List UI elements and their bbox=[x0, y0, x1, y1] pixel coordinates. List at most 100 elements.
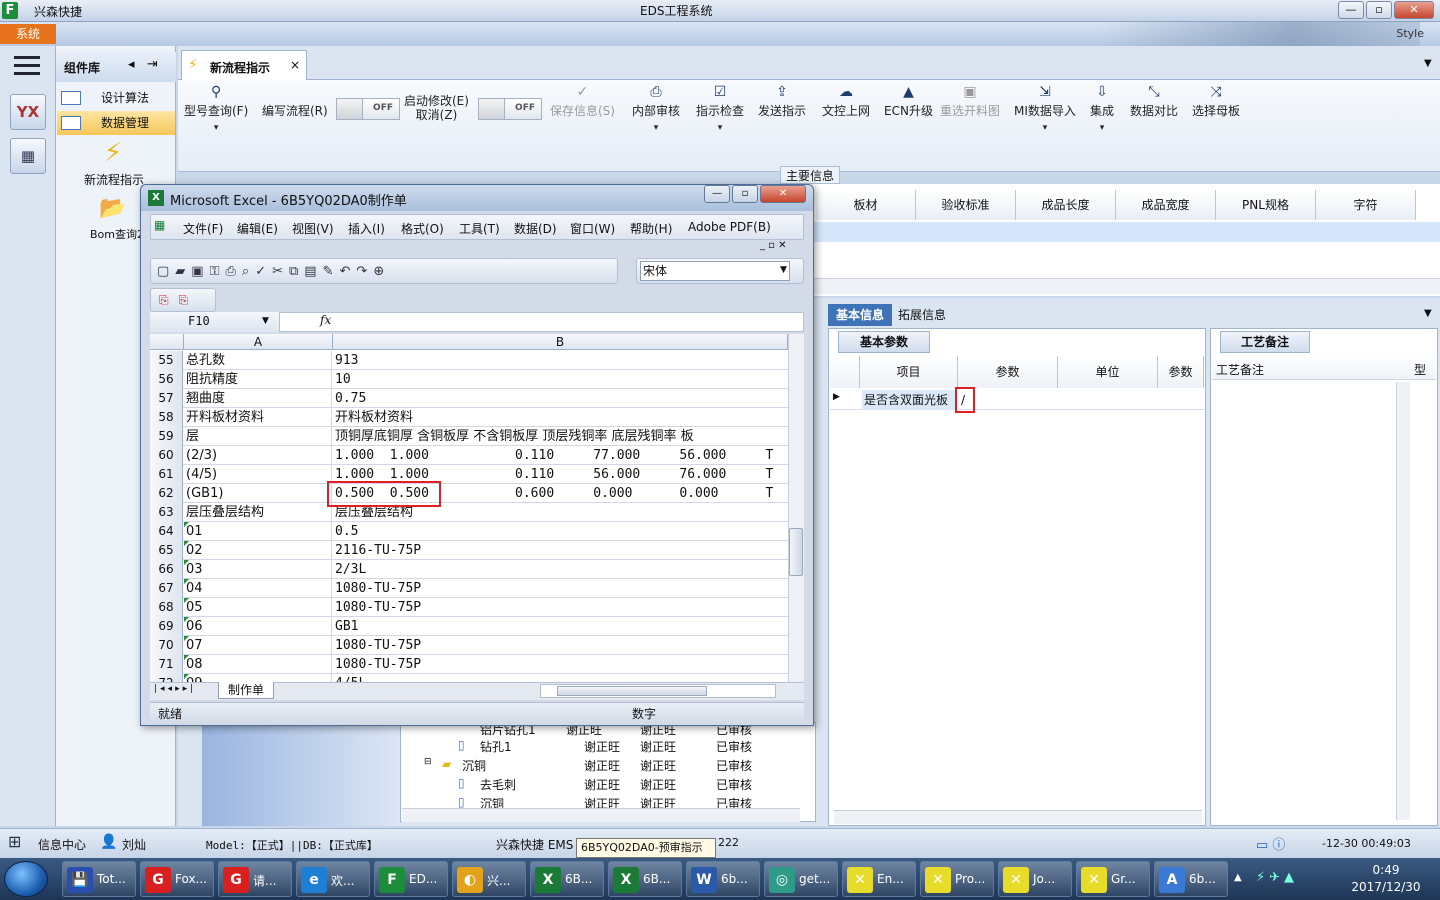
excel-minimize-button[interactable]: — bbox=[704, 185, 730, 203]
excel-row[interactable]: 70 07 1080-TU-75P bbox=[150, 636, 788, 655]
cell-a[interactable]: 06 bbox=[184, 617, 332, 636]
excel-row[interactable]: 63 层压叠层结构 层压叠层结构 bbox=[150, 503, 788, 522]
excel-row[interactable]: 64 01 0.5 bbox=[150, 522, 788, 541]
info-center-link[interactable]: 信息中心 bbox=[38, 836, 86, 853]
document-online-button[interactable]: ☁ 文控上网 bbox=[822, 84, 870, 119]
integrate-button[interactable]: ⇩ 集成 ▾ bbox=[1090, 84, 1114, 133]
select-all-corner[interactable] bbox=[150, 334, 184, 350]
menu-item-design-algorithm[interactable]: 设计算法 bbox=[57, 86, 175, 110]
excel-row[interactable]: 62 (GB1) 0.500 0.500 0.600 0.000 0.000 T bbox=[150, 484, 788, 503]
excel-menu-adobe-pdf[interactable]: Adobe PDF(B) bbox=[688, 220, 771, 234]
tab-close-icon[interactable]: × bbox=[290, 58, 300, 72]
excel-vscroll-thumb[interactable] bbox=[789, 528, 803, 576]
cell-b[interactable]: 10 bbox=[333, 370, 788, 389]
row-number[interactable]: 58 bbox=[150, 408, 183, 427]
notes-vscrollbar[interactable] bbox=[1396, 382, 1410, 820]
redo-icon[interactable]: ↷ bbox=[356, 264, 367, 279]
excel-menu-help[interactable]: 帮助(H) bbox=[630, 220, 672, 237]
ecn-upgrade-button[interactable]: ▲ ECN升级 bbox=[884, 84, 933, 119]
taskbar-button[interactable]: X 6B... bbox=[608, 861, 682, 897]
copy-icon[interactable]: ⧉ bbox=[289, 264, 298, 279]
params-hscrollbar[interactable] bbox=[834, 810, 1202, 824]
close-button[interactable]: ✕ bbox=[1394, 1, 1434, 19]
excel-row[interactable]: 58 开料板材资料 开料板材资料 bbox=[150, 408, 788, 427]
row-number[interactable]: 68 bbox=[150, 598, 183, 617]
column-header-b[interactable]: B bbox=[333, 334, 788, 350]
params-row-item[interactable]: 是否含双面光板 bbox=[862, 390, 956, 410]
cell-b[interactable]: 0.75 bbox=[333, 389, 788, 408]
notes-header-label[interactable]: 工艺备注 bbox=[1216, 361, 1264, 378]
name-box[interactable]: F10 bbox=[150, 312, 280, 332]
tool-label-bom-query[interactable]: Bom查询2 bbox=[90, 226, 144, 242]
tree-row[interactable]: ▯ 钻孔1 谢正旺 谢正旺 已审核 bbox=[400, 738, 816, 757]
font-select[interactable]: 宋体 bbox=[640, 261, 790, 281]
row-number[interactable]: 57 bbox=[150, 389, 183, 408]
cell-b[interactable]: 顶铜厚底铜厚 含铜板厚 不含铜板厚 顶层残铜率 底层残铜率 板 bbox=[333, 427, 788, 446]
excel-menu-file[interactable]: 文件(F) bbox=[183, 220, 223, 237]
windows-grid-icon[interactable]: ⊞ bbox=[8, 832, 21, 851]
row-number[interactable]: 63 bbox=[150, 503, 183, 522]
cut-icon[interactable]: ✂ bbox=[272, 264, 283, 279]
tree-row[interactable]: ⊟ ▰ 沉铜 谢正旺 谢正旺 已审核 bbox=[400, 757, 816, 776]
taskbar-button[interactable]: F ED... bbox=[374, 861, 448, 897]
style-menu[interactable]: Style bbox=[1396, 27, 1424, 40]
cell-b[interactable]: 1080-TU-75P bbox=[333, 598, 788, 617]
cell-b[interactable]: GB1 bbox=[333, 617, 788, 636]
grid-selected-row[interactable] bbox=[814, 222, 1440, 242]
cell-b[interactable]: 1080-TU-75P bbox=[333, 636, 788, 655]
pdf-icon[interactable]: ⎘ bbox=[159, 293, 169, 308]
cell-a[interactable]: (4/5) bbox=[184, 465, 332, 484]
spelling-icon[interactable]: ✓ bbox=[255, 264, 266, 279]
horizontal-scrollbar[interactable] bbox=[814, 278, 1440, 294]
row-number[interactable]: 56 bbox=[150, 370, 183, 389]
cell-a[interactable]: (GB1) bbox=[184, 484, 332, 503]
cell-b[interactable]: 1080-TU-75P bbox=[333, 655, 788, 674]
cell-b[interactable]: 913 bbox=[333, 351, 788, 370]
taskbar-button[interactable]: ◎ get... bbox=[764, 861, 838, 897]
row-number[interactable]: 71 bbox=[150, 655, 183, 674]
row-number[interactable]: 60 bbox=[150, 446, 183, 465]
internal-review-button[interactable]: ⎙ 内部审核 ▾ bbox=[632, 84, 680, 133]
cell-b[interactable]: 1080-TU-75P bbox=[333, 579, 788, 598]
row-number[interactable]: 64 bbox=[150, 522, 183, 541]
open-icon[interactable]: ▰ bbox=[175, 264, 185, 279]
taskbar-button[interactable]: ◐ 兴... bbox=[452, 861, 526, 897]
panel-arrows-icon[interactable]: ◂ ⇥ bbox=[128, 57, 158, 72]
grid-header-board[interactable]: 板材 bbox=[816, 190, 916, 220]
toggle-edit[interactable]: OFF bbox=[336, 98, 400, 120]
fx-icon[interactable]: fx bbox=[320, 313, 331, 327]
help-icon[interactable]: ▭ ⓘ bbox=[1256, 834, 1285, 853]
excel-row[interactable]: 55 总孔数 913 bbox=[150, 351, 788, 370]
tree-hscrollbar[interactable] bbox=[402, 808, 800, 822]
format-painter-icon[interactable]: ✎ bbox=[323, 264, 334, 279]
excel-row[interactable]: 56 阻抗精度 10 bbox=[150, 370, 788, 389]
tab-extended-info[interactable]: 拓展信息 bbox=[898, 306, 946, 323]
taskbar-button[interactable]: ✕ En... bbox=[842, 861, 916, 897]
mi-import-button[interactable]: ⇲ MI数据导入 ▾ bbox=[1014, 84, 1076, 133]
excel-menu-insert[interactable]: 插入(I) bbox=[348, 220, 385, 237]
excel-row[interactable]: 69 06 GB1 bbox=[150, 617, 788, 636]
taskbar-button[interactable]: 💾 Tot... bbox=[62, 861, 136, 897]
excel-row[interactable]: 65 02 2116-TU-75P bbox=[150, 541, 788, 560]
minimize-button[interactable]: — bbox=[1338, 1, 1364, 19]
taskbar-button[interactable]: W 6b... bbox=[686, 861, 760, 897]
cell-b[interactable]: 2/3L bbox=[333, 560, 788, 579]
row-number[interactable]: 72 bbox=[150, 674, 183, 682]
column-header-a[interactable]: A bbox=[184, 334, 333, 350]
save-icon[interactable]: ▣ bbox=[191, 264, 203, 279]
cell-a[interactable]: 02 bbox=[184, 541, 332, 560]
excel-menu-window[interactable]: 窗口(W) bbox=[570, 220, 615, 237]
params-header-unit[interactable]: 单位 bbox=[1058, 356, 1158, 388]
check-instruction-button[interactable]: ☑ 指示检查 ▾ bbox=[696, 84, 744, 133]
grid-header-width[interactable]: 成品宽度 bbox=[1116, 190, 1216, 220]
tree-row[interactable]: ▯ 去毛刺 谢正旺 谢正旺 已审核 bbox=[400, 776, 816, 795]
chevron-down-icon[interactable]: ▼ bbox=[1424, 308, 1432, 319]
calculator-icon[interactable]: ▦ bbox=[10, 138, 46, 174]
cell-a[interactable]: 03 bbox=[184, 560, 332, 579]
excel-hscrollbar[interactable] bbox=[540, 684, 776, 698]
excel-row[interactable]: 66 03 2/3L bbox=[150, 560, 788, 579]
cell-a[interactable]: 08 bbox=[184, 655, 332, 674]
row-number[interactable]: 65 bbox=[150, 541, 183, 560]
excel-close-button[interactable]: ✕ bbox=[760, 185, 806, 203]
excel-menu-format[interactable]: 格式(O) bbox=[401, 220, 444, 237]
